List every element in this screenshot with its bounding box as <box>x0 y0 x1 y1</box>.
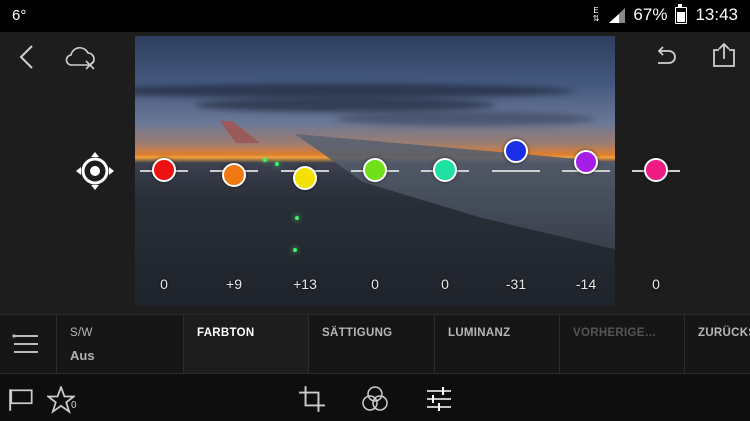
menu-icon[interactable] <box>0 315 56 373</box>
tab-vorherige[interactable]: VORHERIGE… <box>559 315 684 373</box>
hue-value: -14 <box>575 276 597 292</box>
hue-knob[interactable] <box>433 158 457 182</box>
network-indicator: E ⇅ <box>593 7 600 23</box>
back-icon[interactable] <box>18 44 36 70</box>
cloud-off-icon[interactable] <box>64 46 98 70</box>
tab-saettigung[interactable]: SÄTTIGUNG <box>308 315 434 373</box>
tab-vorherige-label: VORHERIGE… <box>573 327 657 339</box>
status-bar: 6° E ⇅ 67% 13:43 <box>0 0 750 32</box>
undo-icon[interactable] <box>652 46 678 68</box>
hue-value: 0 <box>441 276 449 292</box>
tab-farbton[interactable]: FARBTON <box>183 315 308 373</box>
editor-area: 0 +9 +13 0 0 -31 -14 0 <box>0 32 750 314</box>
tab-sw-label: S/W <box>70 327 93 339</box>
tab-zuruecksetzen[interactable]: ZURÜCKSE <box>684 315 750 373</box>
hue-knob[interactable] <box>293 165 317 190</box>
color-mix-icon[interactable] <box>361 385 389 413</box>
target-adjust-icon[interactable] <box>76 152 114 190</box>
sliders-icon[interactable] <box>425 385 453 413</box>
star-rating-count: 0 <box>71 400 77 411</box>
signal-icon <box>609 7 626 23</box>
flag-icon[interactable] <box>8 386 36 414</box>
network-arrows-icon: ⇅ <box>592 14 600 23</box>
hue-knob[interactable] <box>152 158 176 182</box>
hue-value: +13 <box>293 276 317 292</box>
tab-saettigung-label: SÄTTIGUNG <box>322 327 393 339</box>
tab-farbton-label: FARBTON <box>197 327 255 339</box>
share-icon[interactable] <box>711 42 737 68</box>
hue-value: 0 <box>160 276 168 292</box>
adjust-panel: S/W Aus FARBTON SÄTTIGUNG LUMINANZ VORHE… <box>0 314 750 374</box>
bottom-toolbar: 0 <box>0 374 750 421</box>
tab-luminanz[interactable]: LUMINANZ <box>434 315 559 373</box>
clock: 13:43 <box>695 5 738 24</box>
hue-value: 0 <box>371 276 379 292</box>
hue-value: -31 <box>505 276 527 292</box>
crop-icon[interactable] <box>298 385 326 413</box>
battery-percent: 67% <box>633 5 668 24</box>
tab-sw[interactable]: S/W Aus <box>56 315 183 373</box>
tab-zuruecksetzen-label: ZURÜCKSE <box>698 327 750 339</box>
tab-sw-value: Aus <box>70 348 95 363</box>
hue-knob[interactable] <box>574 149 598 174</box>
hue-track <box>492 170 540 172</box>
hue-knob[interactable] <box>644 158 668 182</box>
tab-luminanz-label: LUMINANZ <box>448 327 511 339</box>
hue-knob[interactable] <box>363 158 387 182</box>
status-icons: E ⇅ 67% 13:43 <box>593 3 738 25</box>
battery-icon <box>675 3 688 24</box>
hue-value: +9 <box>226 276 242 292</box>
hue-value: 0 <box>652 276 660 292</box>
temperature: 6° <box>12 7 27 24</box>
